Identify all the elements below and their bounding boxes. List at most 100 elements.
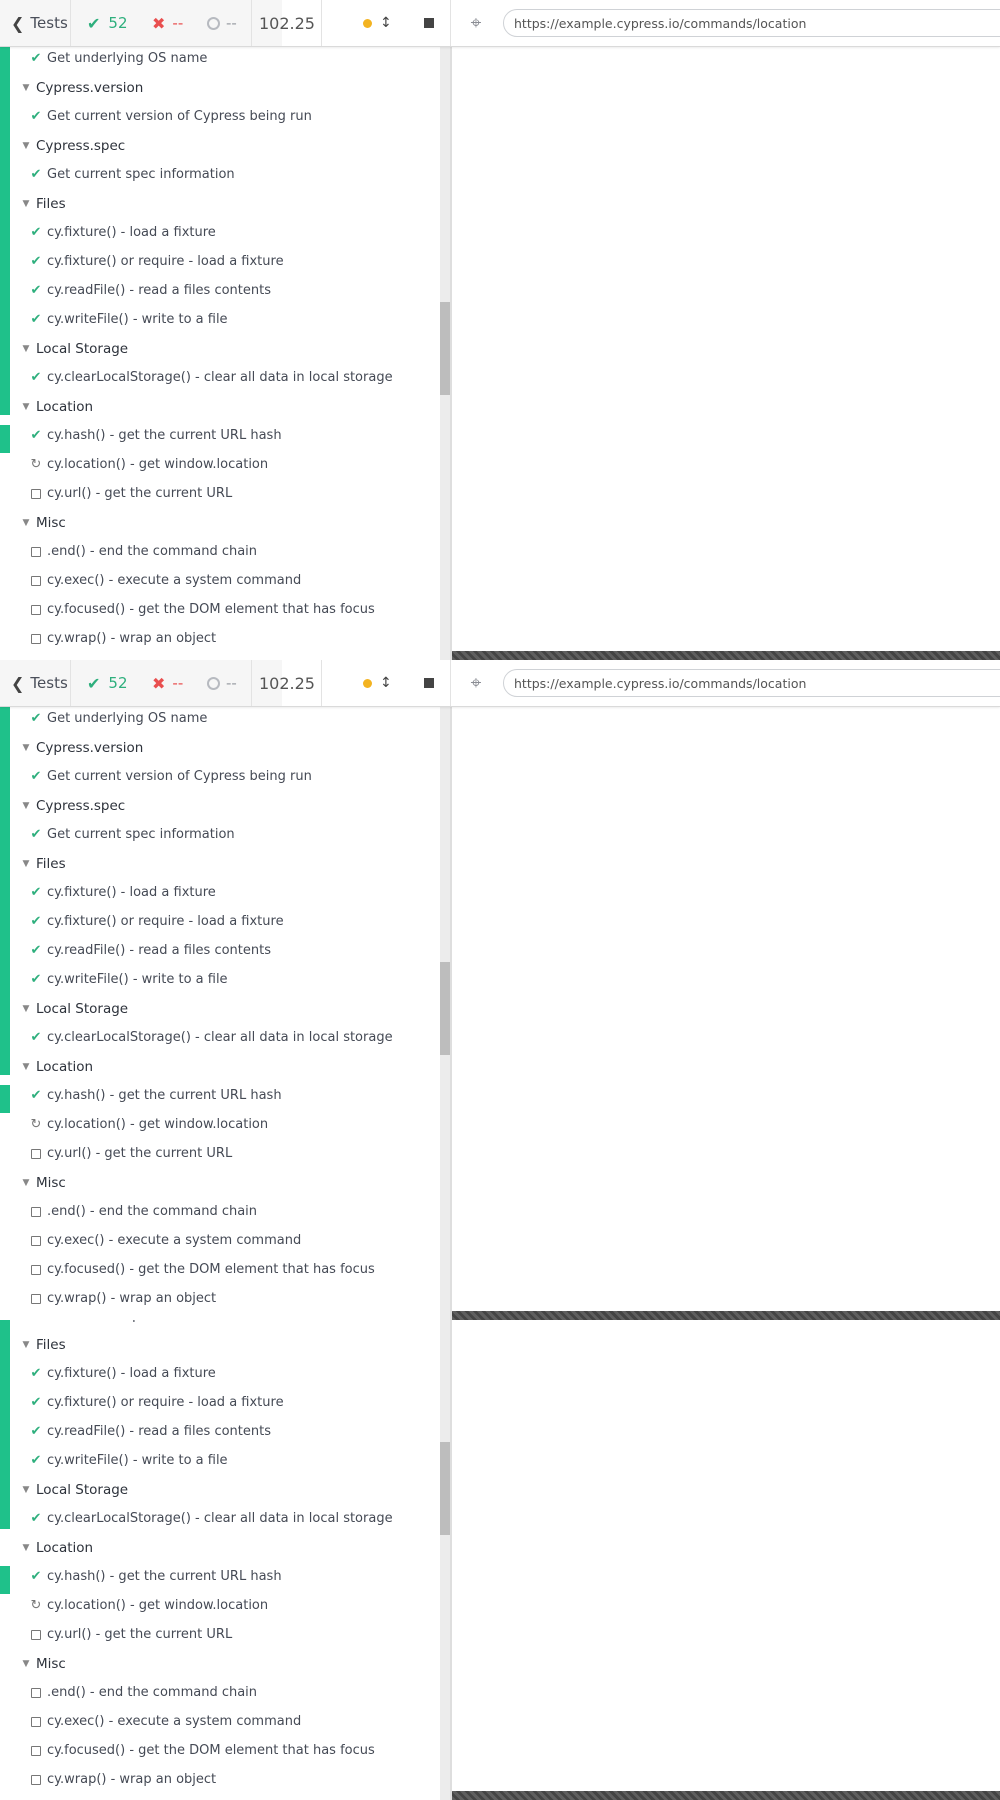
scrollbar-thumb[interactable] <box>440 1442 450 1535</box>
caret-down-icon: ▼ <box>22 517 30 528</box>
test-item-running[interactable]: ↻ cy.location() - get window.location <box>0 1591 440 1620</box>
test-item-pending[interactable]: cy.focused() - get the DOM element that … <box>0 1255 440 1284</box>
suite-item[interactable]: ▼ Files <box>0 849 440 878</box>
test-item-pending[interactable]: .end() - end the command chain <box>0 1678 440 1707</box>
square-icon <box>31 633 41 644</box>
test-item-pending[interactable]: cy.wrap() - wrap an object <box>0 624 440 653</box>
test-item-pending[interactable]: cy.exec() - execute a system command <box>0 1226 440 1255</box>
suite-item[interactable]: ▼ Location <box>0 1533 440 1562</box>
test-item[interactable]: ✔ cy.writeFile() - write to a file <box>0 1446 440 1475</box>
back-to-tests-button[interactable]: ❮ Tests <box>0 660 70 706</box>
duration: 102.25 <box>259 13 315 33</box>
square-icon <box>31 1745 41 1756</box>
check-icon: ✔ <box>30 1366 42 1381</box>
square-icon <box>31 1293 41 1304</box>
check-icon: ✔ <box>30 1511 42 1526</box>
test-item[interactable]: ✔ Get underlying OS name <box>0 46 440 73</box>
aut-bottom-edge <box>452 1791 1000 1800</box>
test-item[interactable]: ✔ cy.readFile() - read a files contents <box>0 936 440 965</box>
stop-button[interactable] <box>423 18 434 28</box>
test-item[interactable]: ✔ cy.readFile() - read a files contents <box>0 276 440 305</box>
suite-item[interactable]: ▼ Files <box>0 1330 440 1359</box>
failed-count: ✖ -- <box>151 0 203 46</box>
test-item[interactable]: ✔ cy.fixture() or require - load a fixtur… <box>0 247 440 276</box>
test-item-pending[interactable]: cy.exec() - execute a system command <box>0 1707 440 1736</box>
test-item-pending[interactable]: cy.url() - get the current URL <box>0 479 440 508</box>
caret-down-icon: ▼ <box>22 800 30 811</box>
test-item-pending[interactable]: .end() - end the command chain <box>0 537 440 566</box>
suite-item[interactable]: ▼ Misc <box>0 508 440 537</box>
suite-item[interactable]: ▼ Local Storage <box>0 334 440 363</box>
suite-item[interactable]: ▼ Misc <box>0 1649 440 1678</box>
panel-divider[interactable] <box>450 706 452 1320</box>
test-item-pending[interactable]: .end() - end the command chain <box>0 1197 440 1226</box>
suite-item[interactable]: ▼ Cypress.spec <box>0 131 440 160</box>
test-item[interactable]: ✔ cy.fixture() or require - load a fixtur… <box>0 907 440 936</box>
check-icon: ✔ <box>30 1088 42 1103</box>
stop-button[interactable] <box>423 678 434 688</box>
test-item[interactable]: ✔ cy.fixture() - load a fixture <box>0 1359 440 1388</box>
test-item[interactable]: ✔ cy.hash() - get the current URL hash <box>0 1081 440 1110</box>
scrollbar-thumb[interactable] <box>440 962 450 1055</box>
test-item[interactable]: ✔Get current spec information <box>0 160 440 189</box>
failed-count: ✖ -- <box>151 660 203 706</box>
suite-item[interactable]: ▼ Local Storage <box>0 1475 440 1504</box>
test-item-pending[interactable]: cy.focused() - get the DOM element that … <box>0 595 440 624</box>
selector-playground-button[interactable]: ⌖ <box>452 660 500 706</box>
square-icon <box>31 488 41 499</box>
suite-item[interactable]: ▼ Location <box>0 392 440 421</box>
runner-panel-2: ❮ Tests ✔ 52 ✖ -- -- 102.25 ↕ ⌖ https://… <box>0 660 1000 1320</box>
auto-scroll-toggle[interactable]: ↕ <box>380 15 392 31</box>
test-item[interactable]: ✔ cy.clearLocalStorage() - clear all data… <box>0 1504 440 1533</box>
test-item-pending[interactable]: cy.exec() - execute a system command <box>0 566 440 595</box>
test-item-pending[interactable]: cy.url() - get the current URL <box>0 1139 440 1168</box>
test-item[interactable]: ✔ cy.fixture() or require - load a fixtur… <box>0 1388 440 1417</box>
suite-item[interactable]: ▼ Location <box>0 1052 440 1081</box>
test-item[interactable]: ✔ cy.hash() - get the current URL hash <box>0 1562 440 1591</box>
test-item-pending[interactable]: cy.focused() - get the DOM element that … <box>0 1736 440 1765</box>
check-icon: ✔ <box>30 370 42 385</box>
test-item[interactable]: ✔ cy.hash() - get the current URL hash <box>0 421 440 450</box>
test-item-pending[interactable]: cy.wrap() - wrap an object <box>0 1765 440 1794</box>
test-item[interactable]: ✔ Get current version of Cypress being ru… <box>0 762 440 791</box>
scrollbar-thumb[interactable] <box>440 302 450 395</box>
crosshair-icon: ⌖ <box>470 12 482 34</box>
suite-item[interactable]: ▼ Cypress.spec <box>0 791 440 820</box>
test-item[interactable]: ✔Get current spec information <box>0 820 440 849</box>
test-item[interactable]: ✔ cy.fixture() - load a fixture <box>0 878 440 907</box>
suite-item[interactable]: ▼ Cypress.version <box>0 733 440 762</box>
suite-item[interactable]: ▼ Local Storage <box>0 994 440 1023</box>
test-item-running[interactable]: ↻ cy.location() - get window.location <box>0 1110 440 1139</box>
failed-count-value: -- <box>172 674 184 692</box>
aut-bottom-edge <box>452 1311 1000 1320</box>
url-bar[interactable]: https://example.cypress.io/commands/loca… <box>503 9 1000 37</box>
test-item[interactable]: ✔ cy.writeFile() - write to a file <box>0 305 440 334</box>
check-icon: ✔ <box>30 225 42 240</box>
test-item-pending[interactable]: cy.url() - get the current URL <box>0 1620 440 1649</box>
caret-down-icon: ▼ <box>22 1177 30 1188</box>
auto-scroll-toggle[interactable]: ↕ <box>380 675 392 691</box>
test-item[interactable]: ✔ cy.clearLocalStorage() - clear all data… <box>0 363 440 392</box>
test-item[interactable]: ✔ cy.fixture() - load a fixture <box>0 218 440 247</box>
url-bar[interactable]: https://example.cypress.io/commands/loca… <box>503 669 1000 697</box>
test-item[interactable]: ✔ cy.writeFile() - write to a file <box>0 965 440 994</box>
suite-item[interactable]: ▼ Cypress.version <box>0 73 440 102</box>
test-item-running[interactable]: ↻ cy.location() - get window.location <box>0 450 440 479</box>
suite-item[interactable]: ▼ Files <box>0 189 440 218</box>
runner-panel-3: ✔Get current spec information ▼Files ✔cy… <box>0 1320 1000 1800</box>
panel-divider[interactable] <box>450 1320 452 1800</box>
suite-item[interactable]: ▼ Misc <box>0 1168 440 1197</box>
test-item[interactable]: ✔ cy.readFile() - read a files contents <box>0 1417 440 1446</box>
test-item[interactable]: ✔Get current spec information <box>0 1320 440 1330</box>
check-icon: ✔ <box>30 167 42 182</box>
back-to-tests-button[interactable]: ❮ Tests <box>0 0 70 46</box>
square-icon <box>31 1264 41 1275</box>
selector-playground-button[interactable]: ⌖ <box>452 0 500 46</box>
reporter-scrollbar[interactable] <box>440 1320 450 1800</box>
test-item[interactable]: ✔ Get underlying OS name <box>0 706 440 733</box>
test-item[interactable]: ✔ Get current version of Cypress being ru… <box>0 102 440 131</box>
test-item-pending[interactable]: cy.wrap() - wrap an object <box>0 1284 440 1313</box>
test-item[interactable]: ✔ cy.clearLocalStorage() - clear all data… <box>0 1023 440 1052</box>
panel-divider[interactable] <box>450 46 452 660</box>
refresh-icon: ↻ <box>30 1117 42 1132</box>
